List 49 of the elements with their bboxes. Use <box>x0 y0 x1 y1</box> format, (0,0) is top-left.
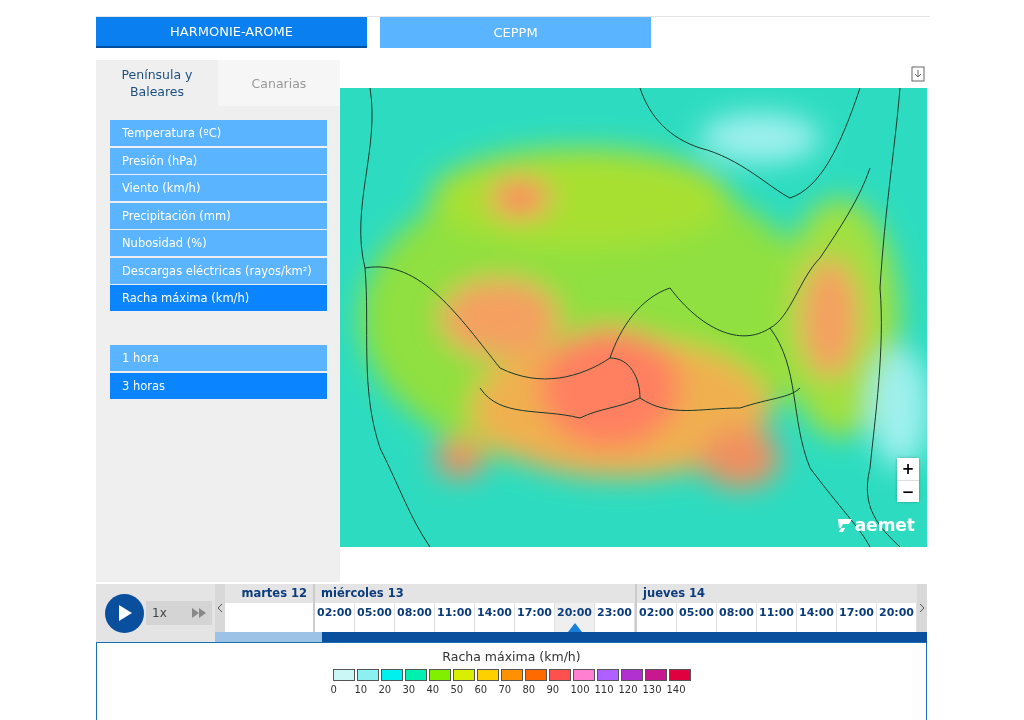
legend-value: 40 <box>426 684 441 695</box>
time-slot[interactable]: 20:00 <box>877 603 917 632</box>
legend-value: 20 <box>378 684 393 695</box>
left-chevron-icon <box>217 604 223 612</box>
time-slot[interactable]: 08:00 <box>717 603 757 632</box>
time-slot[interactable]: 14:00 <box>797 603 837 632</box>
time-slot[interactable]: 14:00 <box>475 603 515 632</box>
speed-control[interactable]: 1x <box>146 601 212 625</box>
legend-value: 50 <box>450 684 465 695</box>
time-slot[interactable]: 02:00 <box>315 603 355 632</box>
download-icon[interactable] <box>911 66 925 82</box>
fast-forward-icon[interactable] <box>192 608 206 618</box>
interval-item[interactable]: 3 horas <box>110 372 327 399</box>
time-slot[interactable]: 11:00 <box>757 603 797 632</box>
legend-value: 140 <box>666 684 687 695</box>
legend-value: 10 <box>354 684 369 695</box>
zoom-out-button[interactable]: − <box>897 480 919 502</box>
legend-value: 30 <box>402 684 417 695</box>
time-slot[interactable]: 05:00 <box>355 603 395 632</box>
speed-value: 1x <box>152 606 167 620</box>
legend-value: 0 <box>330 684 338 695</box>
play-icon <box>117 605 132 621</box>
day-label: miércoles 13 <box>320 585 405 602</box>
time-slot[interactable]: 02:00 <box>637 603 677 632</box>
logo-mark-icon <box>836 517 853 533</box>
legend-value: 120 <box>618 684 639 695</box>
time-slot[interactable]: 17:00 <box>837 603 877 632</box>
time-slot[interactable]: 11:00 <box>435 603 475 632</box>
legend-value: 80 <box>522 684 537 695</box>
variable-item[interactable]: Racha máxima (km/h) <box>110 285 327 311</box>
logo-text: aemet <box>854 515 915 535</box>
legend-value: 90 <box>546 684 561 695</box>
time-slot[interactable]: 05:00 <box>677 603 717 632</box>
time-slot[interactable]: 08:00 <box>395 603 435 632</box>
right-chevron-icon <box>919 604 925 612</box>
legend-value: 100 <box>570 684 591 695</box>
day-label: jueves 14 <box>641 585 707 602</box>
time-slot[interactable]: 17:00 <box>515 603 555 632</box>
time-slot[interactable]: 20:00 <box>555 603 595 632</box>
day-label: martes 12 <box>240 585 308 602</box>
time-slot[interactable]: 23:00 <box>595 603 635 632</box>
legend-value: 110 <box>594 684 615 695</box>
play-button[interactable] <box>105 593 144 633</box>
legend-title: Racha máxima (km/h) <box>442 649 581 664</box>
legend-value: 70 <box>498 684 513 695</box>
legend-value: 130 <box>642 684 663 695</box>
zoom-in-button[interactable]: + <box>897 458 919 480</box>
model-tab[interactable]: HARMONIE-AROME <box>96 17 367 48</box>
legend-value: 60 <box>474 684 489 695</box>
